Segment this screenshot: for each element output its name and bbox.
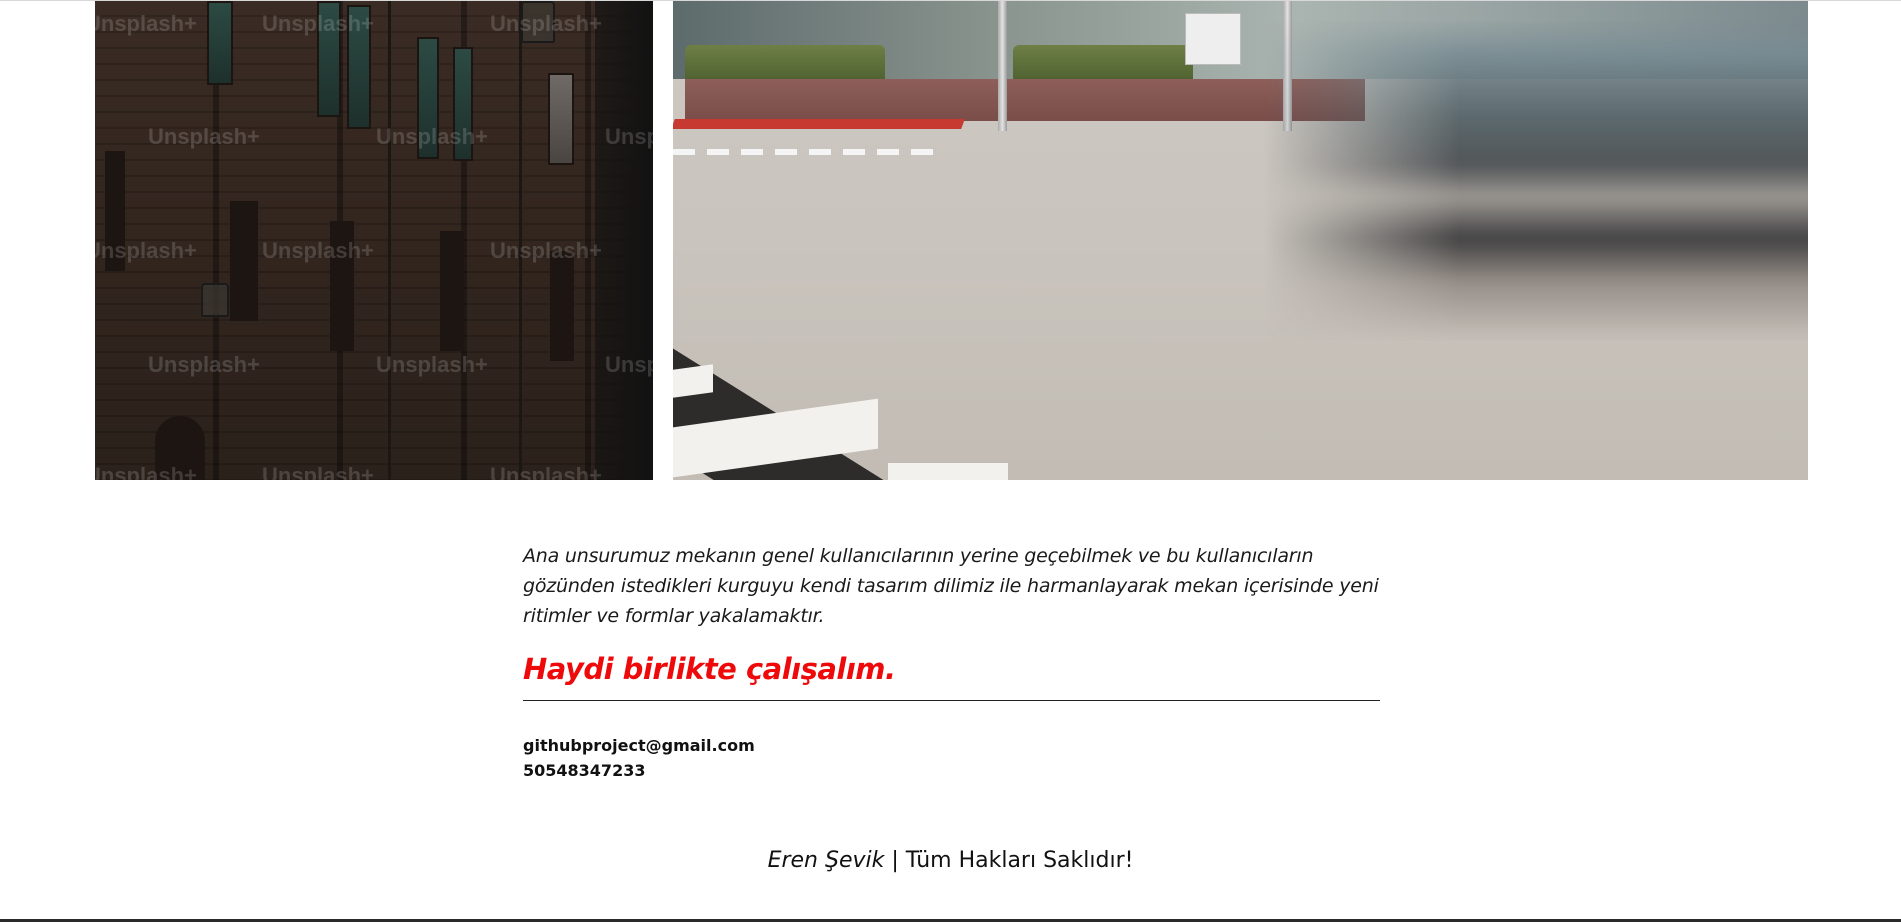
watermark: Unsplash+ bbox=[376, 352, 488, 377]
phone-link[interactable]: 50548347233 bbox=[523, 758, 1380, 783]
watermark: Unsplash+ bbox=[490, 463, 602, 480]
street-pole bbox=[998, 1, 1007, 131]
hedge bbox=[685, 45, 885, 81]
building-window bbox=[330, 221, 354, 351]
watermark: Unsplash+ bbox=[262, 238, 374, 263]
section-divider bbox=[523, 700, 1380, 701]
intro-paragraph: Ana unsurumuz mekanın genel kullanıcılar… bbox=[523, 545, 1379, 627]
hedge bbox=[1013, 45, 1193, 81]
gallery-image-left: Unsplash+ Unsplash+ Unsplash+ Unsplash+ … bbox=[95, 1, 653, 480]
building-window bbox=[207, 1, 233, 85]
page: Unsplash+ Unsplash+ Unsplash+ Unsplash+ … bbox=[0, 0, 1901, 922]
email-link[interactable]: githubproject@gmail.com bbox=[523, 733, 1380, 758]
building-window bbox=[548, 73, 574, 165]
building-window bbox=[105, 151, 125, 271]
street-lamp bbox=[521, 1, 555, 43]
footer-author: Eren Şevik bbox=[767, 848, 885, 873]
building-window bbox=[453, 47, 473, 161]
photo-shadow bbox=[595, 1, 653, 480]
building-window bbox=[550, 251, 574, 361]
watermark: Unsplash+ bbox=[148, 352, 260, 377]
footer-separator: | bbox=[891, 848, 899, 873]
bank-sign bbox=[1185, 13, 1241, 65]
watermark: Unsplash+ bbox=[148, 124, 260, 149]
watermark: Unsplash+ bbox=[490, 238, 602, 263]
building-window bbox=[440, 231, 464, 351]
gallery-image-right bbox=[673, 1, 1808, 480]
crosswalk-stripe bbox=[673, 364, 713, 398]
drain-pipe bbox=[519, 1, 522, 480]
building-window bbox=[417, 37, 439, 159]
crosswalk-line bbox=[673, 149, 933, 155]
crosswalk-stripe bbox=[888, 463, 1008, 480]
red-curb bbox=[673, 119, 965, 129]
watermark: Unsplash+ bbox=[262, 463, 374, 480]
call-to-action-heading: Haydi birlikte çalışalım. bbox=[523, 652, 896, 686]
building-window bbox=[347, 5, 371, 129]
about-section: Ana unsurumuz mekanın genel kullanıcılar… bbox=[523, 541, 1380, 783]
building-arch bbox=[155, 416, 205, 480]
street-lamp bbox=[201, 283, 229, 317]
watermark: Unsplash+ bbox=[95, 11, 197, 36]
footer-copyright: Tüm Hakları Saklıdır! bbox=[905, 848, 1134, 873]
drain-pipe bbox=[388, 1, 391, 480]
building-window bbox=[230, 201, 258, 321]
building-window bbox=[317, 1, 341, 117]
motion-blurred-car bbox=[1263, 21, 1808, 341]
footer: Eren Şevik | Tüm Hakları Saklıdır! bbox=[0, 846, 1901, 876]
contact-info: githubproject@gmail.com 50548347233 bbox=[523, 733, 1380, 783]
